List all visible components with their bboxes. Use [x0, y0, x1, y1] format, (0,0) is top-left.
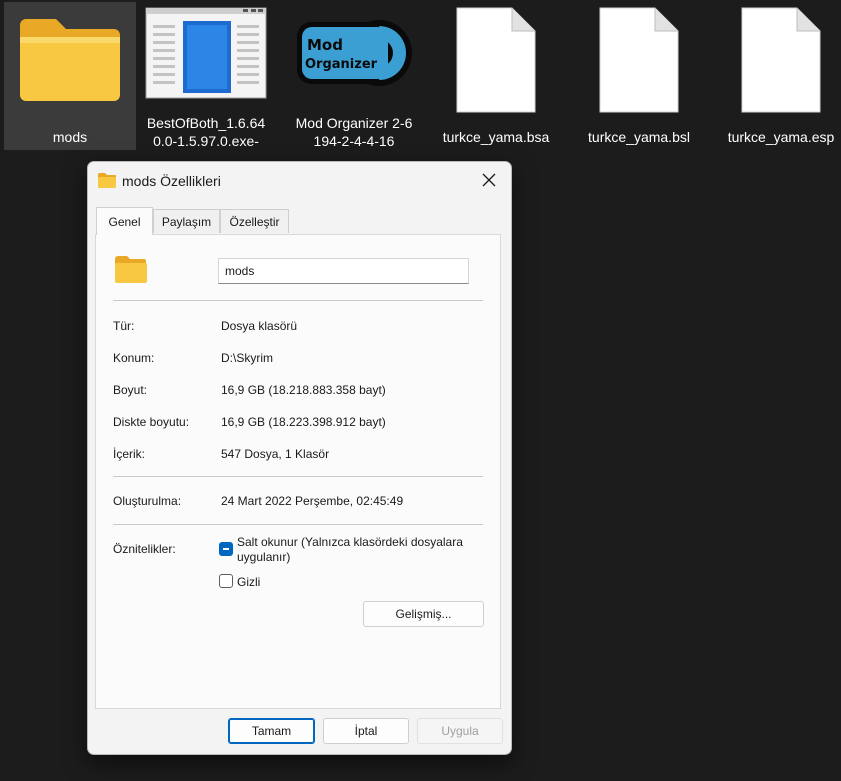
folder-name-input[interactable]: mods	[218, 258, 469, 284]
desktop-icon-label: mods	[52, 129, 88, 145]
divider	[113, 300, 483, 301]
apply-button[interactable]: Uygula	[417, 718, 503, 744]
tab-paylasim[interactable]: Paylaşım	[153, 209, 220, 233]
file-icon	[599, 2, 679, 118]
installer-window-icon	[145, 2, 267, 104]
location-label: Konum:	[113, 351, 155, 365]
size-label: Boyut:	[113, 383, 148, 397]
properties-dialog: mods Özellikleri Genel Paylaşım Özelleşt…	[87, 161, 512, 755]
created-value: 24 Mart 2022 Perşembe, 02:45:49	[221, 494, 404, 508]
hidden-checkbox[interactable]	[219, 574, 233, 588]
type-value: Dosya klasörü	[221, 319, 298, 333]
advanced-button[interactable]: Gelişmiş...	[363, 601, 484, 627]
file-icon	[456, 2, 536, 118]
location-value: D:\Skyrim	[221, 351, 273, 365]
folder-icon	[16, 2, 124, 118]
size-on-disk-value: 16,9 GB (18.223.398.912 bayt)	[221, 415, 386, 429]
contains-value: 547 Dosya, 1 Klasör	[221, 447, 330, 461]
folder-icon	[97, 172, 117, 192]
folder-icon	[114, 255, 148, 287]
contains-label: İçerik:	[113, 447, 146, 461]
logo-text-mod: Mod	[307, 36, 343, 54]
desktop-icon-label: Mod Organizer 2-6194-2-4-4-16	[295, 115, 413, 149]
desktop-icon-turkce-yama-bsl[interactable]: turkce_yama.bsl	[573, 2, 705, 150]
desktop-icon-label: turkce_yama.bsl	[588, 129, 690, 145]
ok-button[interactable]: Tamam	[228, 718, 315, 744]
desktop-icon-bestofboth[interactable]: BestOfBoth_1.6.640.0-1.5.97.0.exe-	[140, 2, 272, 150]
general-tab-panel: mods Tür: Dosya klasörü Konum: D:\Skyrim…	[95, 234, 501, 709]
file-icon	[741, 2, 821, 118]
desktop-icon-turkce-yama-bsa[interactable]: turkce_yama.bsa	[430, 2, 562, 150]
desktop-icon-mod-organizer[interactable]: Mod Organizer Mod Organizer 2-6194-2-4-4…	[288, 2, 420, 150]
close-icon	[482, 173, 496, 190]
cancel-button[interactable]: İptal	[323, 718, 409, 744]
created-label: Oluşturulma:	[113, 494, 182, 508]
divider	[113, 524, 483, 525]
tab-genel[interactable]: Genel	[96, 207, 153, 235]
divider	[113, 476, 483, 477]
desktop-icon-mods[interactable]: mods	[4, 2, 136, 150]
desktop-icon-label: BestOfBoth_1.6.640.0-1.5.97.0.exe-	[146, 115, 266, 149]
size-value: 16,9 GB (18.218.883.358 bayt)	[221, 383, 386, 397]
desktop-icon-turkce-yama-esp[interactable]: turkce_yama.esp	[715, 2, 841, 150]
readonly-checkbox-label: Salt okunur (Yalnızca klasördeki dosyala…	[237, 535, 463, 564]
close-button[interactable]	[467, 162, 511, 200]
desktop-icon-label: turkce_yama.bsa	[442, 129, 550, 145]
size-on-disk-label: Diskte boyutu:	[113, 415, 190, 429]
logo-text-organizer: Organizer	[305, 57, 378, 72]
mod-organizer-logo-icon: Mod Organizer	[295, 2, 413, 104]
attributes-label: Öznitelikler:	[113, 542, 176, 556]
desktop-icon-label: turkce_yama.esp	[727, 129, 835, 145]
hidden-checkbox-label: Gizli	[237, 575, 261, 589]
readonly-checkbox[interactable]	[219, 542, 233, 556]
dialog-titlebar[interactable]: mods Özellikleri	[88, 162, 511, 200]
type-label: Tür:	[113, 319, 135, 333]
dialog-title: mods Özellikleri	[122, 173, 221, 189]
tab-ozellestir[interactable]: Özelleştir	[220, 209, 289, 233]
